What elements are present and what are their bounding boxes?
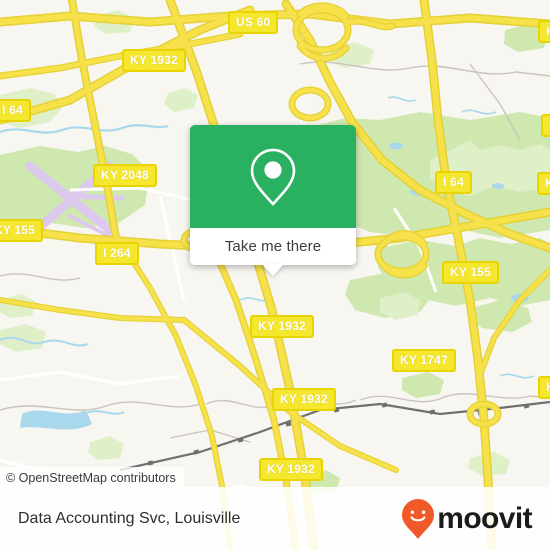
popup-cta-area[interactable]: Take me there bbox=[190, 228, 356, 265]
moovit-brand[interactable]: moovit bbox=[401, 498, 532, 540]
road-shield: KY 1932 bbox=[272, 388, 336, 411]
road-shield: KY 155 bbox=[0, 219, 43, 242]
road-shield: K bbox=[541, 114, 550, 137]
map-pin-icon bbox=[248, 146, 298, 208]
place-title: Data Accounting Svc, Louisville bbox=[18, 510, 240, 528]
road-shield: KY 2048 bbox=[93, 164, 157, 187]
road-shield: KY 1932 bbox=[250, 315, 314, 338]
map-screenshot-root: US 60 KY 1932 I 64 KY 2048 I 64 KY 155 I 264 KY… bbox=[0, 0, 550, 550]
road-shield: KY 155 bbox=[442, 261, 499, 284]
take-me-there-label: Take me there bbox=[225, 238, 321, 255]
road-shield: KY 1747 bbox=[392, 349, 456, 372]
moovit-wordmark: moovit bbox=[437, 504, 532, 534]
popup-image-area bbox=[190, 125, 356, 228]
road-shield: I 264 bbox=[95, 242, 139, 265]
popup-tail-pointer bbox=[262, 264, 284, 276]
road-shield: KY bbox=[537, 172, 550, 195]
road-shield: KY bbox=[538, 20, 550, 43]
road-shield: I 64 bbox=[435, 171, 472, 194]
road-shield: US 60 bbox=[228, 11, 278, 34]
footer-bar: Data Accounting Svc, Louisville moovit bbox=[0, 487, 550, 550]
road-shield: I 64 bbox=[0, 99, 31, 122]
osm-attribution[interactable]: © OpenStreetMap contributors bbox=[0, 467, 184, 489]
road-shield: KY bbox=[538, 376, 550, 399]
place-popup-card[interactable]: Take me there bbox=[190, 125, 356, 265]
road-shield: KY 1932 bbox=[259, 458, 323, 481]
road-shield: KY 1932 bbox=[122, 49, 186, 72]
moovit-smiley-pin-icon bbox=[401, 498, 435, 540]
